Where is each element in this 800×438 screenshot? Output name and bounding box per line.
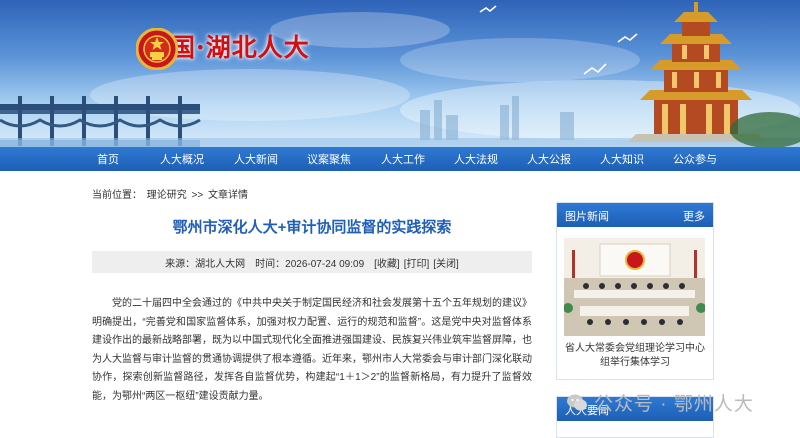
nav-item-public[interactable]: 公众参与 <box>673 151 717 167</box>
breadcrumb-label: 当前位置： <box>92 190 142 201</box>
breadcrumb-separator: >> <box>191 190 204 201</box>
breadcrumb-link-theory[interactable]: 理论研究 <box>147 190 187 201</box>
main-navigation: 首页 人大概况 人大新闻 议案聚焦 人大工作 人大法规 人大公报 人大知识 公众… <box>0 147 800 171</box>
nav-item-bulletin[interactable]: 人大公报 <box>527 151 571 167</box>
nav-item-work[interactable]: 人大工作 <box>381 151 425 167</box>
print-link[interactable]: [打印] <box>404 255 430 270</box>
photo-news-panel: 图片新闻 更多 省人大常委会党组理论学习中心组举行集体学习 <box>556 202 714 380</box>
photo-news-caption[interactable]: 省人大常委会党组理论学习中心组举行集体学习 <box>561 342 709 370</box>
article-meta-bar: 来源：湖北人大网 时间：2026-07-24 09:09 [收藏] [打印] [… <box>92 251 532 273</box>
breadcrumb: 当前位置： 理论研究 >> 文章详情 <box>92 186 250 201</box>
photo-news-image[interactable] <box>564 238 705 336</box>
nav-item-knowledge[interactable]: 人大知识 <box>600 151 644 167</box>
article-source: 来源：湖北人大网 <box>165 258 246 270</box>
site-banner: 中国·湖北人大 <box>0 0 800 147</box>
article-title: 鄂州市深化人大+审计协同监督的实践探索 <box>172 219 452 236</box>
close-link[interactable]: [关闭] <box>433 255 459 270</box>
nav-item-news[interactable]: 人大新闻 <box>234 151 278 167</box>
wechat-icon <box>567 394 587 410</box>
article-body: 党的二十届四中全会通过的《中共中央关于制定国民经济和社会发展第十五个五年规划的建… <box>92 295 532 406</box>
meeting-photo <box>564 238 705 336</box>
nav-item-overview[interactable]: 人大概况 <box>160 151 204 167</box>
article-paragraph: 党的二十届四中全会通过的《中共中央关于制定国民经济和社会发展第十五个五年规划的建… <box>92 298 532 402</box>
nav-item-proposals[interactable]: 议案聚焦 <box>307 151 351 167</box>
photo-news-more-link[interactable]: 更多 <box>683 208 705 224</box>
national-emblem-icon <box>136 28 178 70</box>
article-time: 时间：2026-07-24 09:09 <box>255 258 365 270</box>
nav-item-home[interactable]: 首页 <box>97 151 119 167</box>
collect-link[interactable]: [收藏] <box>374 255 400 270</box>
site-brand[interactable]: 中国·湖北人大 <box>136 28 310 70</box>
photo-news-header: 图片新闻 更多 <box>557 203 713 227</box>
banner-scenery <box>0 2 800 147</box>
wechat-watermark: 公众号 · 鄂州人大 <box>566 389 754 416</box>
breadcrumb-current: 文章详情 <box>208 190 249 201</box>
nav-item-laws[interactable]: 人大法规 <box>454 151 498 167</box>
watermark-text: 公众号 · 鄂州人大 <box>594 394 754 415</box>
photo-news-title: 图片新闻 <box>565 211 609 223</box>
